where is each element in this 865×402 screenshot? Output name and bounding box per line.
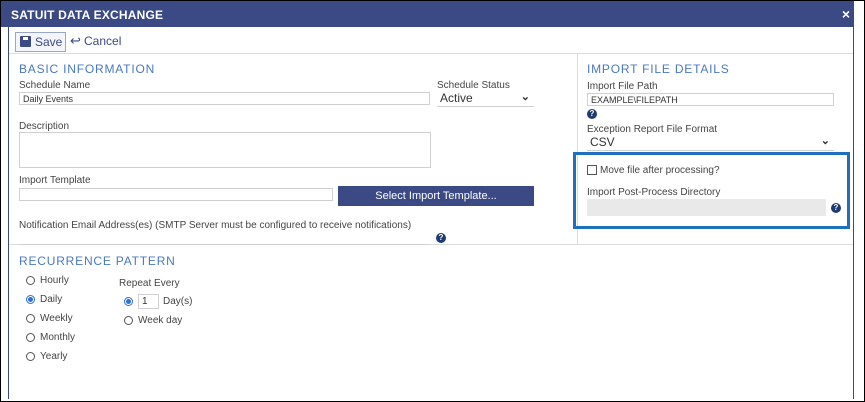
radio-weekly[interactable] [26,314,35,323]
import-template-field[interactable] [19,188,333,201]
toolbar-divider [9,53,853,54]
notification-label: Notification Email Address(es) (SMTP Ser… [19,220,412,231]
radio-monthly-label: Monthly [40,332,76,343]
notification-email-field[interactable] [19,232,430,245]
file-path-field[interactable]: EXAMPLE\FILEPATH [587,93,834,106]
save-button[interactable]: Save [15,32,66,52]
undo-arrow-icon: ↩ [70,33,81,48]
description-label: Description [19,121,70,132]
radio-hourly[interactable] [26,276,35,285]
file-path-label: Import File Path [587,81,658,92]
radio-week-day[interactable] [124,316,133,325]
post-process-dir-field[interactable] [587,199,826,216]
save-disk-icon [20,36,31,47]
week-day-label: Week day [138,315,183,326]
schedule-name-field[interactable]: Daily Events [19,92,430,105]
window-title: SATUIT DATA EXCHANGE [11,8,164,22]
days-unit-label: Day(s) [163,296,193,307]
radio-hourly-label: Hourly [40,275,69,286]
radio-yearly[interactable] [26,352,35,361]
basic-info-title: BASIC INFORMATION [19,62,156,76]
notification-help-icon[interactable]: ? [436,233,446,243]
radio-weekly-label: Weekly [40,313,73,324]
exception-format-select[interactable]: CSV ⌄ [587,135,834,151]
select-import-template-button[interactable]: Select Import Template... [338,186,534,206]
cancel-label: Cancel [84,34,122,48]
exception-format-label: Exception Report File Format [587,124,718,135]
file-path-help-icon[interactable]: ? [587,109,597,119]
dialog-border-left [8,27,9,399]
import-template-label: Import Template [19,175,91,186]
schedule-status-select[interactable]: Active ⌄ [437,91,534,107]
dialog-border-right [853,27,854,399]
import-details-title: IMPORT FILE DETAILS [587,62,730,76]
schedule-status-value: Active [440,91,473,105]
radio-daily[interactable] [26,295,35,304]
radio-repeat-days[interactable] [124,297,133,306]
save-label: Save [35,35,63,49]
radio-yearly-label: Yearly [40,351,68,362]
move-file-checkbox[interactable] [587,165,597,175]
close-icon[interactable]: × [842,6,850,22]
schedule-name-label: Schedule Name [19,80,91,91]
post-process-help-icon[interactable]: ? [831,203,841,213]
radio-monthly[interactable] [26,333,35,342]
repeat-every-label: Repeat Every [119,278,180,289]
move-file-label: Move file after processing? [600,165,720,176]
radio-daily-label: Daily [40,294,63,305]
chevron-down-icon: ⌄ [520,91,530,103]
description-textarea[interactable] [19,132,431,168]
cancel-button[interactable]: ↩ Cancel [70,33,145,51]
title-bar: SATUIT DATA EXCHANGE × [1,1,854,27]
chevron-down-icon: ⌄ [820,135,830,147]
days-input[interactable]: 1 [138,294,159,309]
recurrence-title: RECURRENCE PATTERN [19,254,176,268]
post-process-dir-label: Import Post-Process Directory [587,187,721,198]
schedule-status-label: Schedule Status [437,80,510,91]
exception-format-value: CSV [590,135,615,149]
